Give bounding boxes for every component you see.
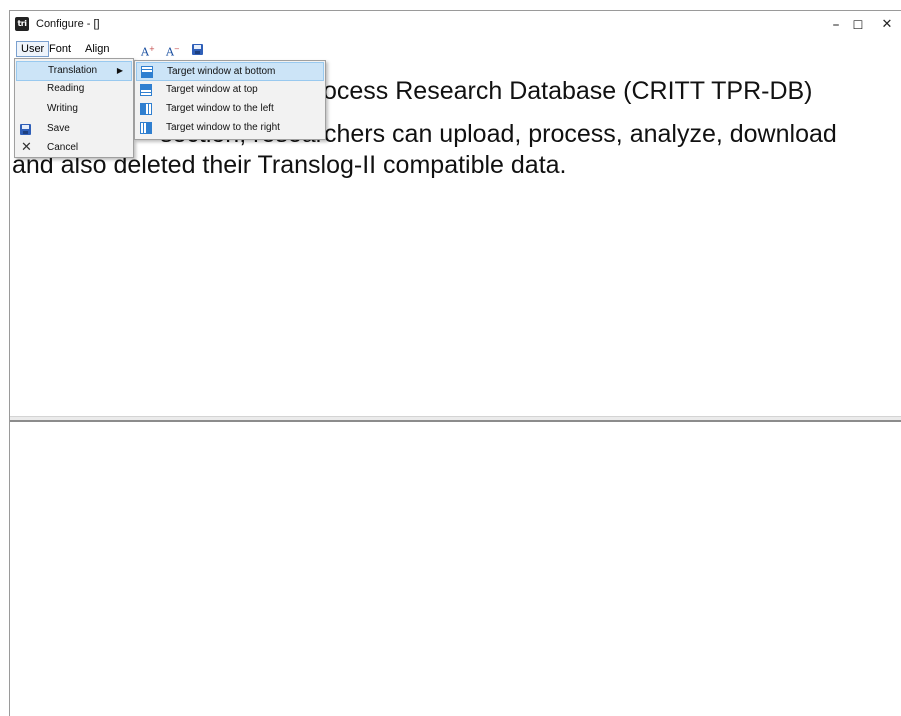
- target-text-pane[interactable]: [10, 422, 901, 716]
- font-decrease-button[interactable]: A−: [166, 41, 180, 59]
- menu-item-writing[interactable]: Writing: [16, 100, 132, 120]
- submenu-item-target-right[interactable]: Target window to the right: [136, 119, 324, 138]
- app-icon: tri: [15, 17, 29, 31]
- menu-item-translation[interactable]: Translation ▶: [16, 61, 132, 81]
- submenu-item-target-bottom[interactable]: Target window at bottom: [136, 62, 324, 81]
- menu-bar: User Font Align A+ A−: [10, 40, 901, 59]
- submenu-arrow-icon: ▶: [116, 66, 123, 75]
- source-text-line-3: and also deleted their Translog-II compa…: [12, 151, 567, 179]
- layout-bottom-icon: [141, 66, 153, 78]
- window-title: Configure - []: [36, 18, 100, 30]
- font-decrease-icon: A: [166, 45, 174, 59]
- menu-item-label: Translation: [48, 65, 98, 76]
- save-icon: [20, 124, 31, 135]
- menu-font[interactable]: Font: [45, 41, 75, 57]
- menu-item-label: Writing: [47, 103, 78, 114]
- save-icon[interactable]: [192, 44, 203, 55]
- submenu-item-label: Target window at bottom: [167, 66, 276, 77]
- font-increase-button[interactable]: A+: [141, 41, 155, 59]
- layout-left-icon: [140, 103, 152, 115]
- menu-item-cancel[interactable]: ✕ Cancel: [16, 139, 132, 159]
- submenu-item-target-top[interactable]: Target window at top: [136, 81, 324, 100]
- submenu-item-label: Target window at top: [166, 84, 258, 95]
- submenu-item-target-left[interactable]: Target window to the left: [136, 100, 324, 119]
- menu-item-save[interactable]: Save: [16, 120, 132, 140]
- close-button[interactable]: ✕: [872, 13, 901, 37]
- menu-item-label: Save: [47, 123, 70, 134]
- submenu-item-label: Target window to the left: [166, 103, 274, 114]
- font-increase-icon: A: [141, 45, 149, 59]
- submenu-item-label: Target window to the right: [166, 122, 280, 133]
- menu-align[interactable]: Align: [81, 41, 113, 57]
- translation-submenu: Target window at bottom Target window at…: [134, 60, 326, 140]
- layout-right-icon: [140, 122, 152, 134]
- user-menu-dropdown: Translation ▶ Reading Writing Save ✕ Can…: [14, 58, 134, 158]
- close-icon: ✕: [21, 140, 32, 155]
- title-bar[interactable]: tri Configure - [] – ☐ ✕: [10, 11, 901, 39]
- menu-item-label: Cancel: [47, 142, 79, 153]
- menu-item-reading[interactable]: Reading: [16, 80, 132, 100]
- layout-top-icon: [140, 84, 152, 96]
- menu-item-label: Reading: [47, 83, 85, 94]
